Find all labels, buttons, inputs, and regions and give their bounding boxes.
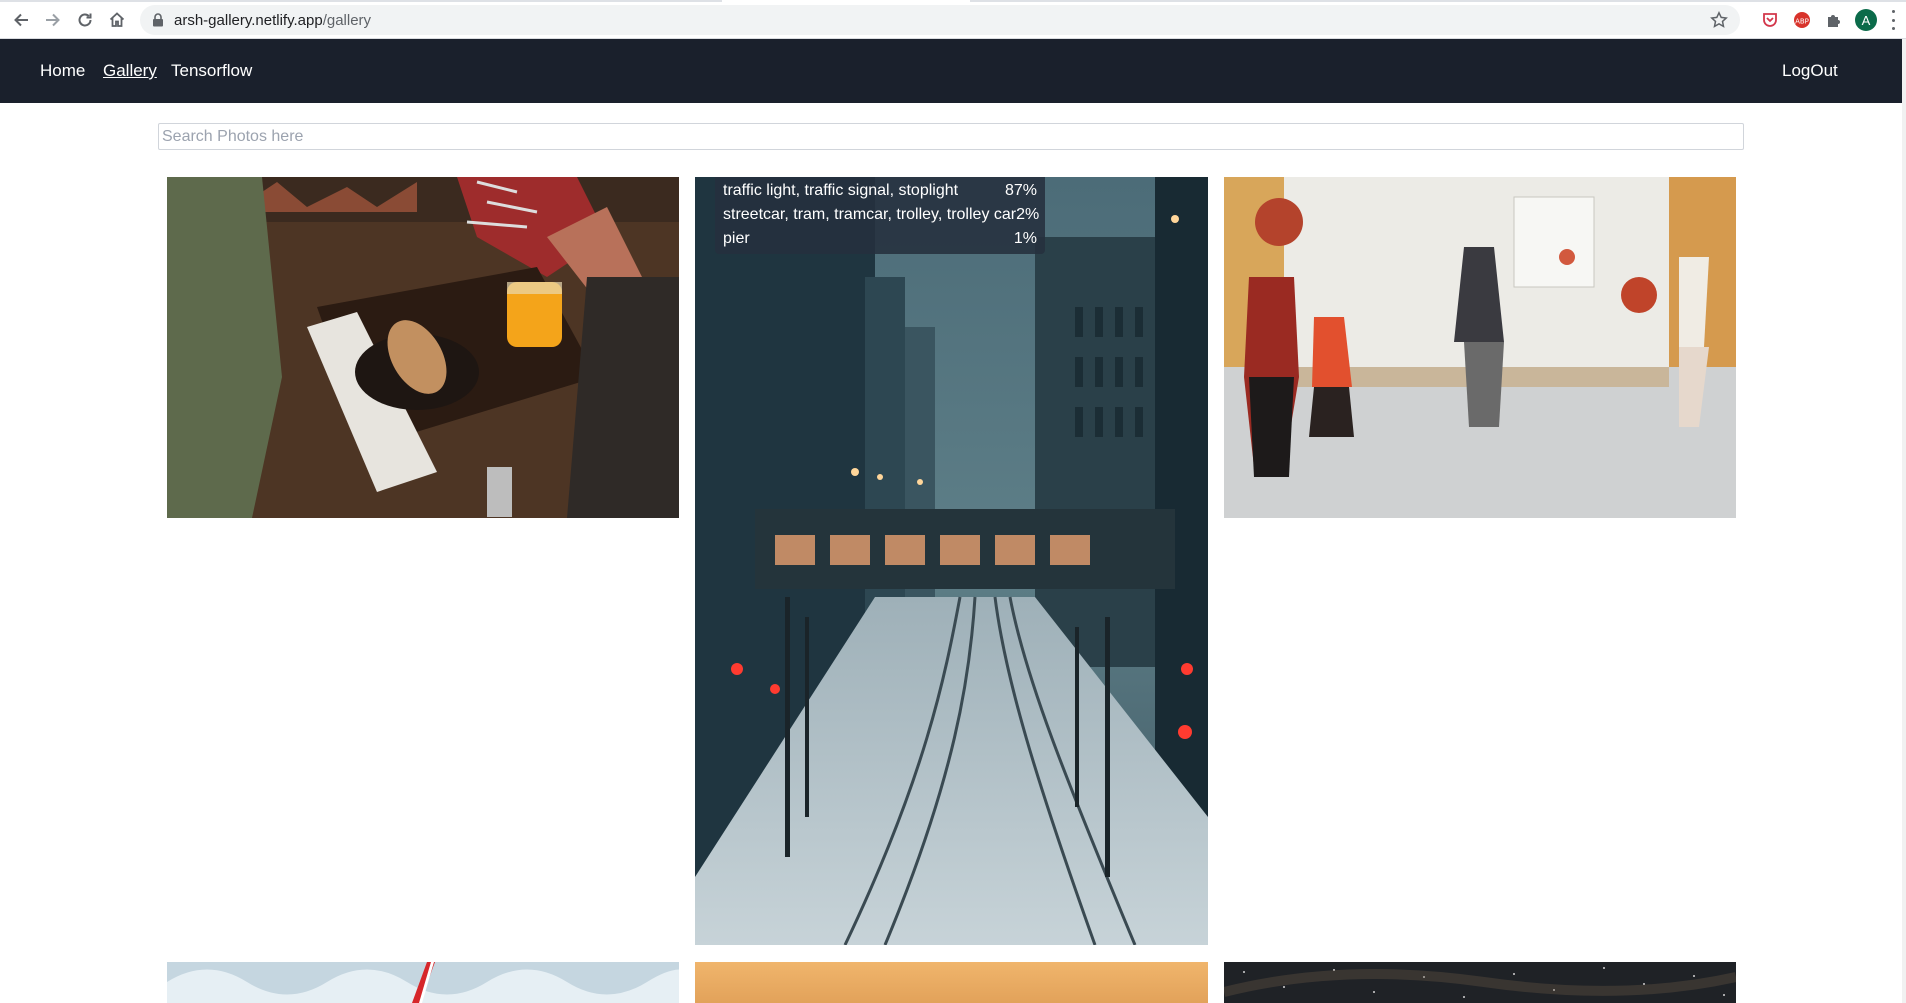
prediction-score: 2% [1016, 206, 1040, 223]
sandwich-photo-image [167, 177, 679, 518]
nav-home-link[interactable]: Home [40, 61, 85, 81]
avatar[interactable]: A [1855, 9, 1877, 31]
browser-toolbar: arsh-gallery.netlify.app/gallery ABP A [0, 0, 1906, 39]
address-bar[interactable]: arsh-gallery.netlify.app/gallery [140, 5, 1740, 35]
gallery-photo-snowy-tree[interactable] [167, 962, 679, 1003]
pocket-icon[interactable] [1759, 9, 1781, 31]
prediction-label: streetcar, tram, tramcar, trolley, troll… [723, 206, 1017, 223]
star-icon[interactable] [1710, 11, 1728, 34]
menu-kebab-icon[interactable] [1890, 10, 1896, 30]
orange-photo-image [695, 962, 1208, 1003]
prediction-row: pier 1% [723, 227, 1037, 251]
prediction-row: traffic light, traffic signal, stoplight… [723, 179, 1037, 203]
gallery-photo-sandwich[interactable] [167, 177, 679, 518]
prediction-label: pier [723, 230, 750, 247]
url-text: arsh-gallery.netlify.app/gallery [174, 12, 372, 29]
snowy-street-photo-image [695, 177, 1208, 945]
puzzle-icon[interactable] [1823, 9, 1845, 31]
avatar-letter: A [1861, 12, 1871, 28]
prediction-row: streetcar, tram, tramcar, trolley, troll… [723, 203, 1040, 227]
gallery-photo-snowy-street[interactable]: traffic light, traffic signal, stoplight… [695, 177, 1208, 945]
gallery-photo-orange[interactable] [695, 962, 1208, 1003]
page-scrollbar[interactable] [1902, 39, 1906, 1003]
search-input[interactable] [158, 123, 1744, 150]
svg-text:ABP: ABP [1795, 18, 1809, 26]
lock-icon[interactable] [152, 13, 164, 32]
forward-arrow-icon[interactable] [41, 8, 65, 32]
balloons-photo-image [1224, 177, 1736, 518]
snowy-tree-photo-image [167, 962, 679, 1003]
back-arrow-icon[interactable] [9, 8, 33, 32]
app-navbar: Home Gallery Tensorflow LogOut [0, 39, 1902, 103]
gallery-photo-balloons[interactable] [1224, 177, 1736, 518]
prediction-label: traffic light, traffic signal, stoplight [723, 182, 959, 199]
prediction-score: 1% [1013, 230, 1037, 247]
stars-photo-image [1224, 962, 1736, 1003]
nav-gallery-link[interactable]: Gallery [103, 61, 157, 81]
tab-strip [0, 0, 1906, 2]
adblock-icon[interactable]: ABP [1791, 9, 1813, 31]
gallery-photo-stars[interactable] [1224, 962, 1736, 1003]
prediction-score: 87% [1004, 182, 1037, 199]
prediction-overlay: traffic light, traffic signal, stoplight… [715, 177, 1045, 254]
logout-link[interactable]: LogOut [1782, 61, 1838, 81]
nav-tensorflow-link[interactable]: Tensorflow [171, 61, 252, 81]
reload-icon[interactable] [73, 8, 97, 32]
home-icon[interactable] [105, 8, 129, 32]
